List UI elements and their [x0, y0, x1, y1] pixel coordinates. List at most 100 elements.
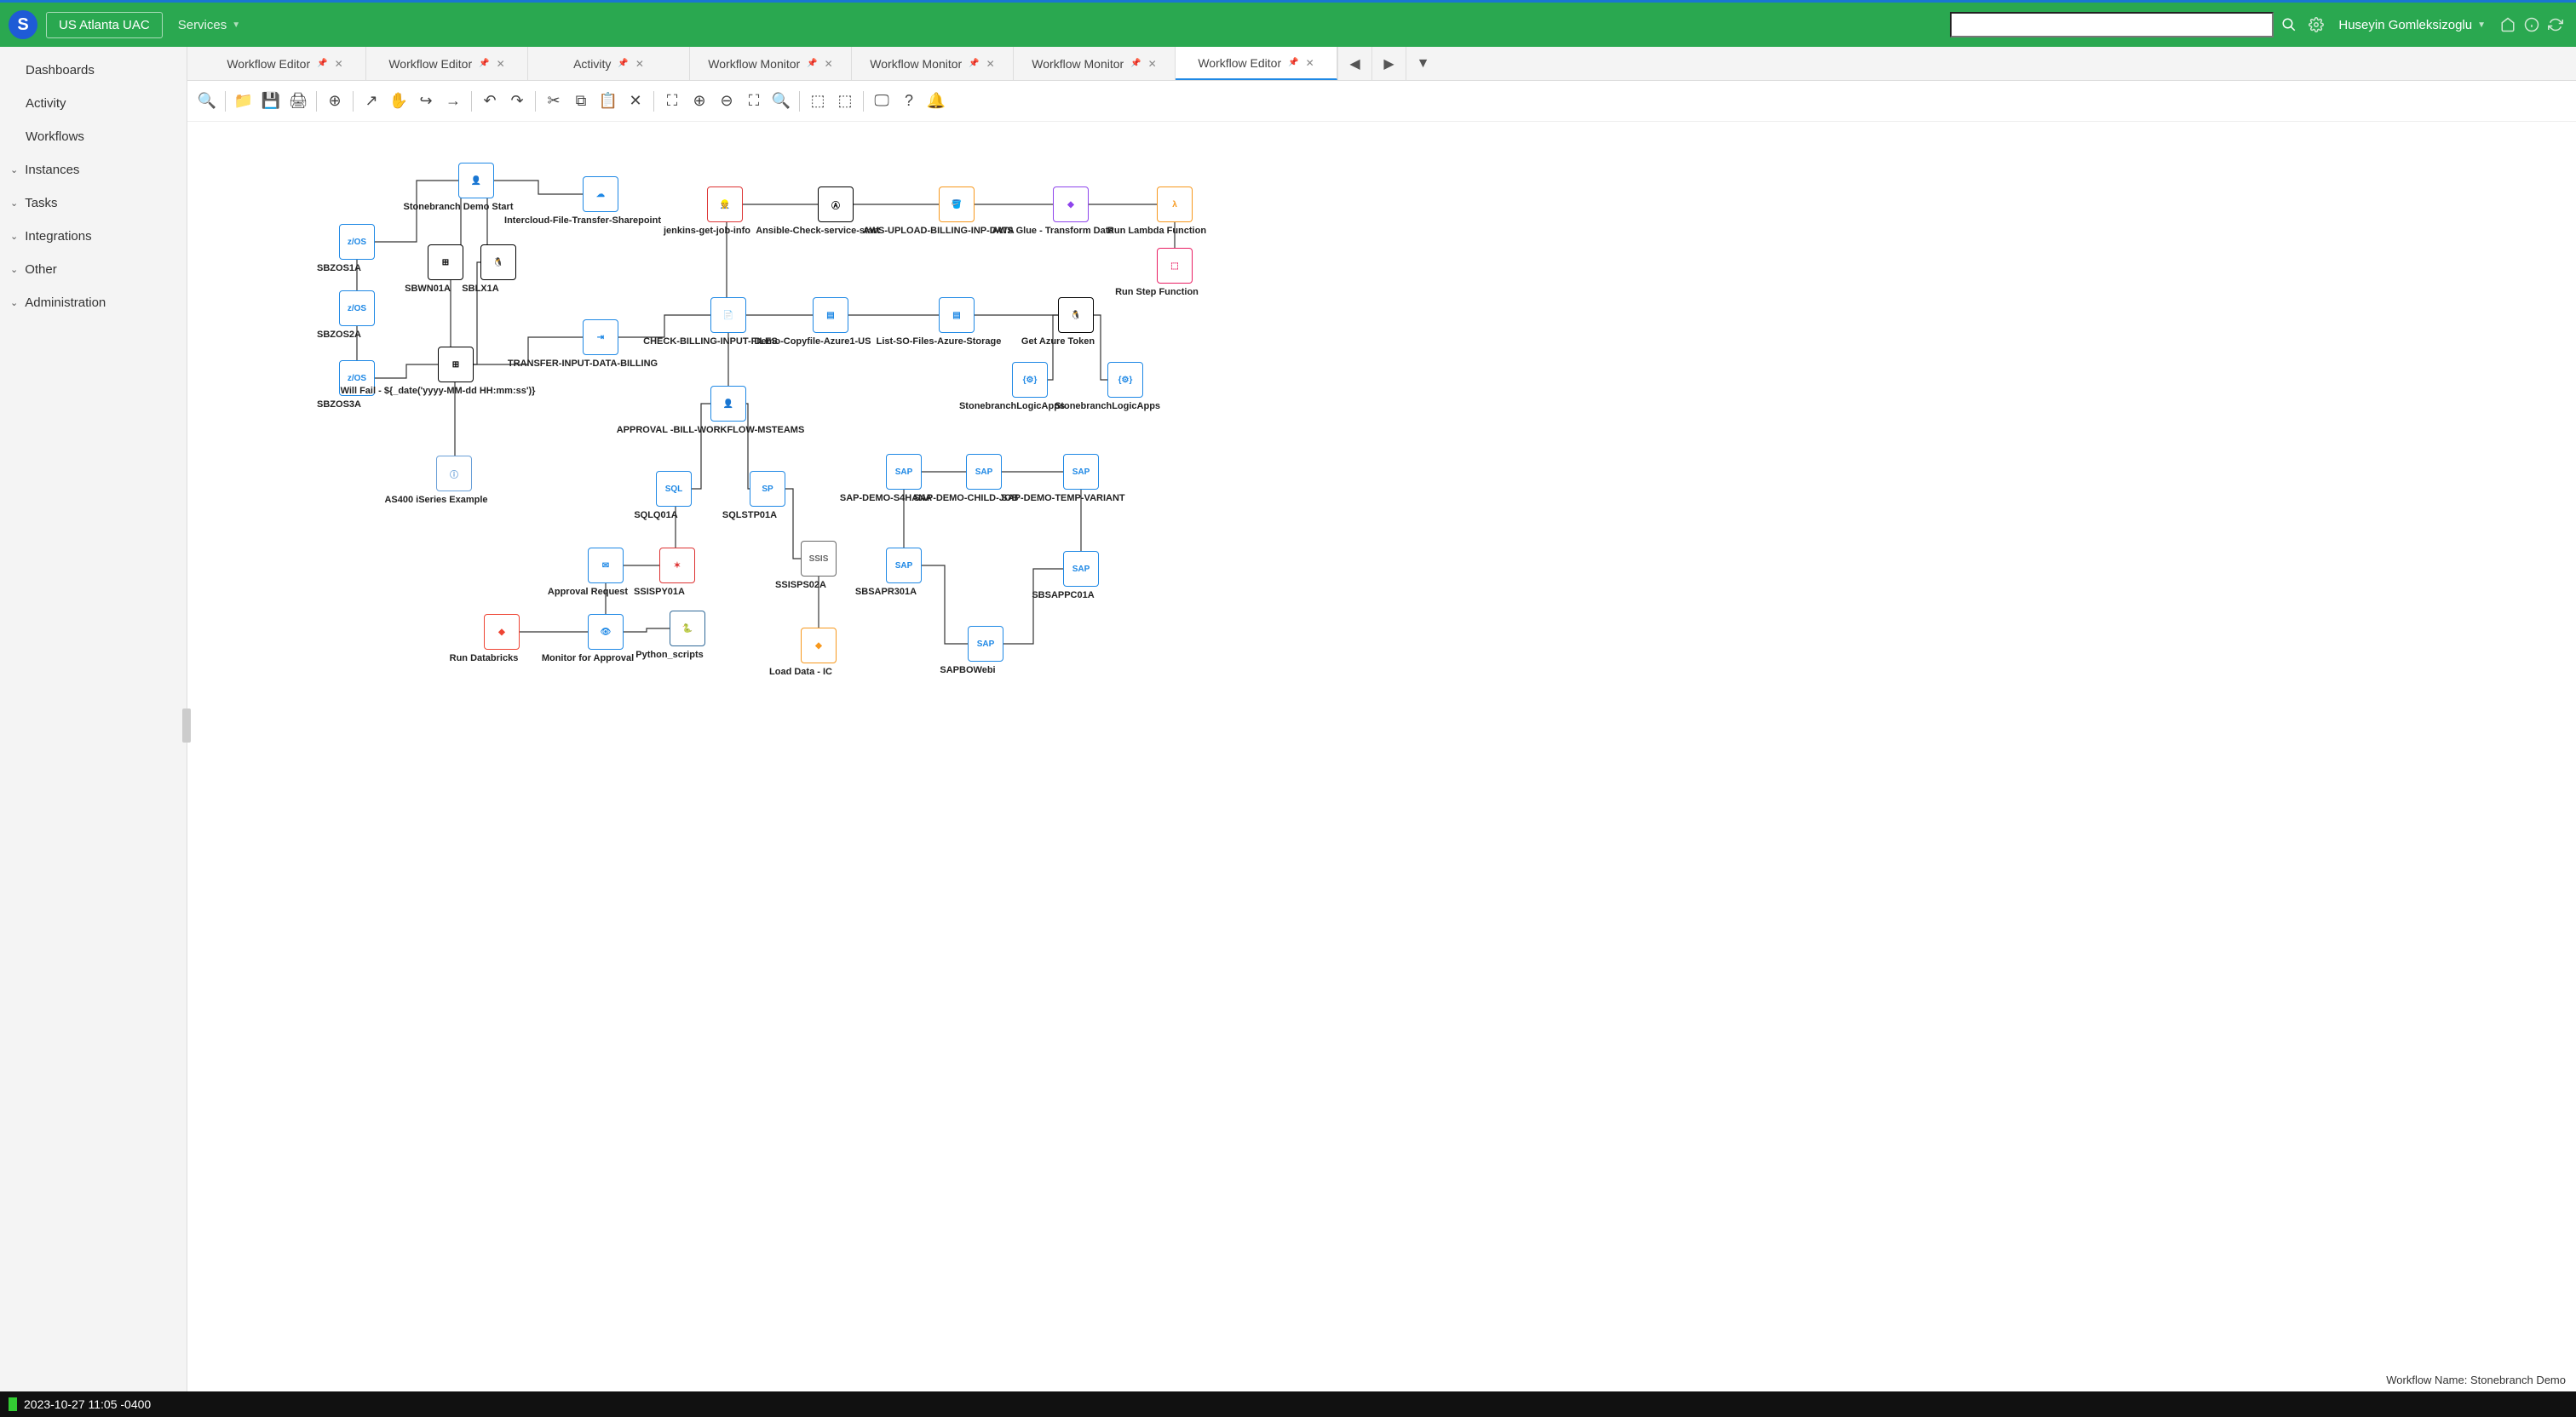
toolbar-separator [863, 91, 864, 112]
status-led-icon [9, 1397, 17, 1411]
sidebar-item-integrations[interactable]: ⌄Integrations [0, 220, 187, 253]
header: S US Atlanta UAC Services ▼ Huseyin Goml… [0, 3, 2576, 47]
delete-icon[interactable]: ✕ [623, 89, 648, 114]
undo-icon[interactable]: ↶ [477, 89, 503, 114]
close-icon[interactable]: ✕ [986, 58, 995, 70]
tab-label: Activity [573, 57, 611, 71]
search-button[interactable] [2274, 12, 2304, 37]
tab-1[interactable]: Workflow Editor📌✕ [366, 47, 528, 80]
pin-icon[interactable]: 📌 [969, 59, 979, 68]
settings-icon[interactable] [2304, 13, 2328, 37]
tab-prev[interactable]: ◀ [1337, 47, 1371, 80]
user-menu[interactable]: Huseyin Gomleksizoglu ▼ [2338, 18, 2486, 32]
node-label: Demo-Copyfile-Azure1-US [755, 336, 871, 347]
layout1-icon[interactable]: ⬚ [805, 89, 831, 114]
pin-icon[interactable]: 📌 [618, 59, 628, 68]
toolbar-separator [535, 91, 536, 112]
sidebar-item-workflows[interactable]: Workflows [0, 120, 187, 153]
sidebar-item-label: Instances [25, 163, 79, 177]
bell-icon[interactable]: 🔔 [923, 89, 949, 114]
refresh-icon[interactable] [2544, 13, 2567, 37]
print-icon[interactable]: 🖨 [285, 89, 311, 114]
sidebar-item-tasks[interactable]: ⌄Tasks [0, 186, 187, 220]
sidebar-item-activity[interactable]: Activity [0, 87, 187, 120]
tab-next[interactable]: ▶ [1371, 47, 1406, 80]
home-icon[interactable] [2496, 13, 2520, 37]
sidebar-item-administration[interactable]: ⌄Administration [0, 286, 187, 319]
tab-4[interactable]: Workflow Monitor 📌 ✕ [852, 47, 1014, 80]
cut-icon[interactable]: ✂ [541, 89, 566, 114]
pin-icon[interactable]: 📌 [807, 59, 817, 68]
search-input[interactable] [1950, 12, 2274, 37]
node-icon-jenkins: 👷 [707, 186, 743, 222]
toolbar-separator [799, 91, 800, 112]
close-icon[interactable]: ✕ [635, 58, 644, 70]
close-icon[interactable]: ✕ [1306, 57, 1314, 69]
node-icon-sap: SAP [886, 454, 922, 490]
node-label: SAP-DEMO-TEMP-VARIANT [1001, 493, 1124, 503]
node-icon-zos: z/OS [339, 224, 375, 260]
zoom-icon[interactable]: 🔍 [768, 89, 794, 114]
close-icon[interactable]: ✕ [497, 58, 505, 70]
zoom-fit-icon[interactable]: ⛶ [659, 89, 685, 114]
chevron-down-icon: ⌄ [10, 264, 18, 275]
toolbar-separator [316, 91, 317, 112]
open-icon[interactable]: 📁 [231, 89, 256, 114]
tab-2[interactable]: Activity 📌 ✕ [528, 47, 690, 80]
node-icon-sap: SAP [886, 548, 922, 583]
toolbar-separator [225, 91, 226, 112]
pin-icon[interactable]: 📌 [317, 59, 327, 68]
tab-6[interactable]: Workflow Editor 📌 ✕ [1176, 47, 1337, 80]
sidebar-resize-handle[interactable] [182, 708, 191, 743]
info-icon[interactable] [2520, 13, 2544, 37]
close-icon[interactable]: ✕ [1148, 58, 1157, 70]
node-icon-user: 👤 [458, 163, 494, 198]
toolbar-separator [471, 91, 472, 112]
pin-icon[interactable]: 📌 [1288, 58, 1298, 67]
zoom-in-icon[interactable]: ⊕ [687, 89, 712, 114]
toolbar: 🔍📁💾🖨⊕↗✋↪→↶↷✂⧉📋✕⛶⊕⊖⛶🔍⬚⬚🖵?🔔 [187, 81, 2576, 122]
sidebar-item-dashboards[interactable]: Dashboards [0, 54, 187, 87]
tab-menu[interactable]: ▼ [1406, 47, 1440, 80]
environment-button[interactable]: US Atlanta UAC [46, 12, 163, 38]
node-icon-sp: SP [750, 471, 785, 507]
sidebar-item-label: Administration [25, 295, 106, 310]
add-icon[interactable]: ⊕ [322, 89, 348, 114]
close-icon[interactable]: ✕ [825, 58, 833, 70]
node-label: AS400 iSeries Example [384, 495, 487, 505]
zoom-out-icon[interactable]: ⊖ [714, 89, 739, 114]
node-label: Run Step Function [1115, 287, 1199, 297]
paste-icon[interactable]: 📋 [595, 89, 621, 114]
redo-icon[interactable]: ↷ [504, 89, 530, 114]
sidebar-item-label: Activity [26, 96, 66, 111]
node-label: SQLQ01A [634, 510, 677, 520]
save-icon[interactable]: 💾 [258, 89, 284, 114]
layout2-icon[interactable]: ⬚ [832, 89, 858, 114]
services-menu[interactable]: Services ▼ [178, 18, 240, 32]
node-icon-ssis: ✶ [659, 548, 695, 583]
status-timestamp: 2023-10-27 11:05 -0400 [24, 1397, 151, 1411]
help-icon[interactable]: ? [896, 89, 922, 114]
view-icon[interactable]: 🖵 [869, 89, 894, 114]
sidebar-item-instances[interactable]: ⌄Instances [0, 153, 187, 186]
copy-icon[interactable]: ⧉ [568, 89, 594, 114]
sidebar-item-label: Tasks [25, 196, 57, 210]
tab-label: Workflow Monitor [870, 57, 962, 71]
pan-icon[interactable]: ✋ [386, 89, 411, 114]
workflow-canvas[interactable]: Workflow Name: Stonebranch Demo 👤Stonebr… [187, 122, 2576, 1391]
close-icon[interactable]: ✕ [335, 58, 343, 70]
launch-icon[interactable]: ↗ [359, 89, 384, 114]
pin-icon[interactable]: 📌 [479, 59, 489, 68]
find-icon[interactable]: 🔍 [194, 89, 220, 114]
tab-label: Workflow Editor [1198, 56, 1281, 70]
tab-0[interactable]: Workflow Editor📌✕ [204, 47, 366, 80]
tab-5[interactable]: Workflow Monitor📌✕ [1014, 47, 1176, 80]
sidebar-item-label: Workflows [26, 129, 84, 144]
redo-arrow-icon[interactable]: ↪ [413, 89, 439, 114]
arrow-icon[interactable]: → [440, 89, 466, 114]
tab-3[interactable]: Workflow Monitor📌✕ [690, 47, 852, 80]
node-label: Run Lambda Function [1107, 226, 1206, 236]
sidebar-item-other[interactable]: ⌄Other [0, 253, 187, 286]
pin-icon[interactable]: 📌 [1130, 59, 1141, 68]
fullscreen-icon[interactable]: ⛶ [741, 89, 767, 114]
